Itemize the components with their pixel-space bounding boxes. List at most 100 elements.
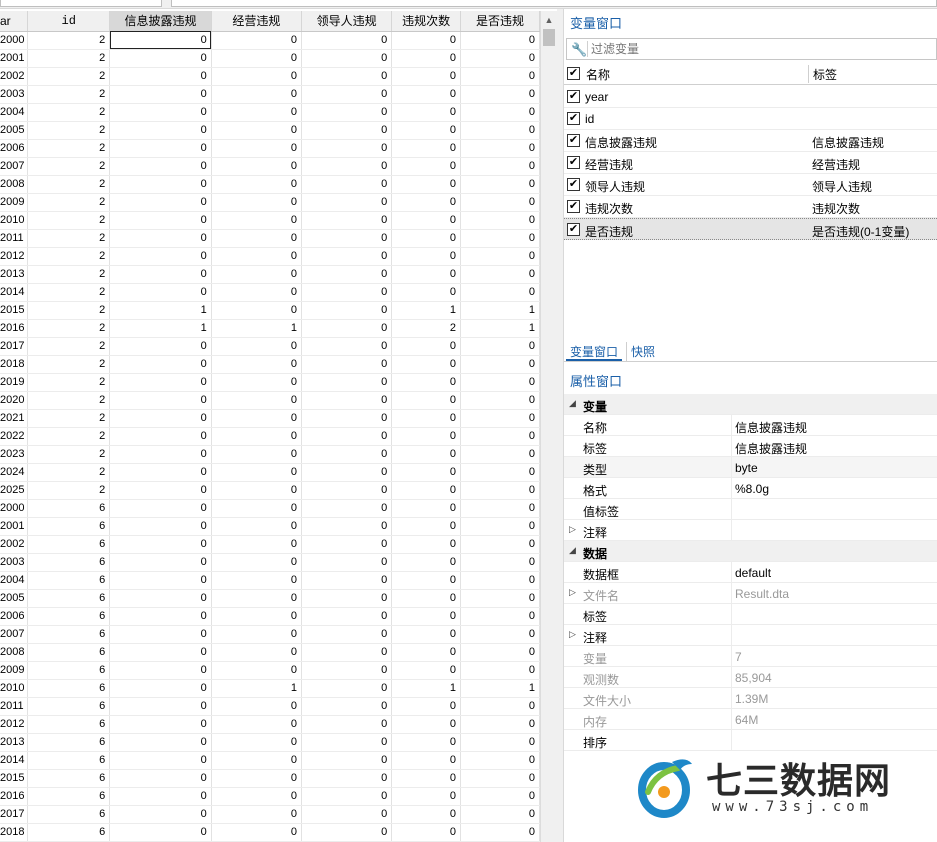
table-cell[interactable]: 2003: [0, 553, 29, 572]
table-cell[interactable]: 0: [391, 535, 461, 554]
property-row[interactable]: 排序: [564, 730, 937, 751]
table-cell[interactable]: 0: [460, 553, 540, 572]
table-cell[interactable]: 0: [109, 49, 212, 68]
table-cell[interactable]: 0: [211, 67, 303, 86]
table-cell[interactable]: 2003: [0, 85, 29, 104]
table-cell[interactable]: 0: [211, 769, 303, 788]
table-cell[interactable]: 0: [211, 445, 303, 464]
table-cell[interactable]: 0: [211, 193, 303, 212]
table-cell[interactable]: 0: [391, 229, 461, 248]
table-cell[interactable]: 0: [301, 625, 393, 644]
table-cell[interactable]: 0: [460, 607, 540, 626]
table-cell[interactable]: 0: [211, 427, 303, 446]
table-cell[interactable]: 0: [391, 571, 461, 590]
wrench-icon[interactable]: 🔧: [571, 42, 587, 58]
table-cell[interactable]: 0: [211, 229, 303, 248]
table-cell[interactable]: 2022: [0, 427, 29, 446]
table-cell[interactable]: 0: [109, 85, 212, 104]
table-cell[interactable]: 0: [109, 553, 212, 572]
table-cell[interactable]: 0: [391, 445, 461, 464]
table-cell[interactable]: 0: [391, 355, 461, 374]
table-cell[interactable]: 0: [460, 823, 540, 842]
table-cell[interactable]: 0: [211, 607, 303, 626]
table-cell[interactable]: 2021: [0, 409, 29, 428]
table-cell[interactable]: 2011: [0, 229, 29, 248]
table-cell[interactable]: 0: [391, 337, 461, 356]
table-cell[interactable]: 0: [211, 409, 303, 428]
table-cell[interactable]: 0: [391, 49, 461, 68]
panel-splitter[interactable]: [557, 9, 564, 842]
table-cell[interactable]: 2001: [0, 49, 29, 68]
select-all-checkbox[interactable]: ✔: [567, 67, 580, 80]
table-cell[interactable]: 0: [391, 751, 461, 770]
table-cell[interactable]: 0: [109, 67, 212, 86]
table-cell[interactable]: 0: [391, 265, 461, 284]
table-cell[interactable]: 2005: [0, 121, 29, 140]
table-cell[interactable]: 0: [109, 499, 212, 518]
table-cell[interactable]: 2008: [0, 643, 29, 662]
column-header-operation-violation[interactable]: 经营违规: [211, 11, 303, 32]
table-cell[interactable]: 2: [27, 175, 111, 194]
table-cell[interactable]: 6: [27, 553, 111, 572]
header-divider[interactable]: [808, 65, 809, 83]
table-cell[interactable]: 0: [301, 67, 393, 86]
variable-checkbox[interactable]: ✔: [567, 223, 580, 236]
table-cell[interactable]: 0: [109, 247, 212, 266]
table-cell[interactable]: 0: [460, 175, 540, 194]
table-cell[interactable]: 0: [211, 553, 303, 572]
table-cell[interactable]: 0: [211, 85, 303, 104]
table-cell[interactable]: 2023: [0, 445, 29, 464]
table-cell[interactable]: 0: [301, 805, 393, 824]
table-cell[interactable]: 0: [460, 409, 540, 428]
column-header-leader-violation[interactable]: 领导人违规: [301, 11, 393, 32]
table-cell[interactable]: 0: [109, 787, 212, 806]
table-cell[interactable]: 0: [460, 49, 540, 68]
table-cell[interactable]: 0: [301, 787, 393, 806]
table-cell[interactable]: 2000: [0, 31, 29, 50]
table-cell[interactable]: 0: [460, 661, 540, 680]
column-header-year[interactable]: ar: [0, 11, 29, 32]
table-cell[interactable]: 0: [391, 139, 461, 158]
table-cell[interactable]: 0: [109, 517, 212, 536]
variable-row[interactable]: ✔ 信息披露违规 信息披露违规: [564, 130, 937, 152]
table-cell[interactable]: 0: [211, 103, 303, 122]
table-cell[interactable]: 0: [211, 49, 303, 68]
table-cell[interactable]: 2012: [0, 247, 29, 266]
table-cell[interactable]: 0: [211, 535, 303, 554]
table-cell[interactable]: 0: [211, 481, 303, 500]
table-cell[interactable]: 2: [27, 85, 111, 104]
property-row[interactable]: ▷ 文件名 Result.dta: [564, 583, 937, 604]
table-cell[interactable]: 2: [27, 337, 111, 356]
table-cell[interactable]: 0: [211, 823, 303, 842]
table-cell[interactable]: 0: [391, 733, 461, 752]
table-cell[interactable]: 6: [27, 751, 111, 770]
table-cell[interactable]: 0: [301, 103, 393, 122]
table-cell[interactable]: 0: [301, 301, 393, 320]
table-cell[interactable]: 0: [301, 139, 393, 158]
table-cell[interactable]: 2: [391, 319, 461, 338]
table-cell[interactable]: 0: [391, 103, 461, 122]
table-cell[interactable]: 2016: [0, 787, 29, 806]
table-cell[interactable]: 6: [27, 517, 111, 536]
table-cell[interactable]: 0: [301, 319, 393, 338]
table-cell[interactable]: 0: [301, 553, 393, 572]
table-cell[interactable]: 0: [211, 373, 303, 392]
table-cell[interactable]: 0: [109, 661, 212, 680]
property-row[interactable]: 标签: [564, 604, 937, 625]
variable-checkbox[interactable]: ✔: [567, 90, 580, 103]
table-cell[interactable]: 0: [301, 175, 393, 194]
table-cell[interactable]: 6: [27, 715, 111, 734]
table-cell[interactable]: 0: [301, 823, 393, 842]
table-cell[interactable]: 6: [27, 499, 111, 518]
table-cell[interactable]: 0: [211, 211, 303, 230]
table-cell[interactable]: 2: [27, 301, 111, 320]
table-cell[interactable]: 0: [301, 535, 393, 554]
variable-checkbox[interactable]: ✔: [567, 112, 580, 125]
table-cell[interactable]: 0: [301, 589, 393, 608]
table-cell[interactable]: 0: [109, 265, 212, 284]
table-cell[interactable]: 0: [391, 283, 461, 302]
table-cell[interactable]: 0: [460, 463, 540, 482]
variable-checkbox[interactable]: ✔: [567, 134, 580, 147]
table-cell[interactable]: 0: [391, 85, 461, 104]
table-cell[interactable]: 2024: [0, 463, 29, 482]
